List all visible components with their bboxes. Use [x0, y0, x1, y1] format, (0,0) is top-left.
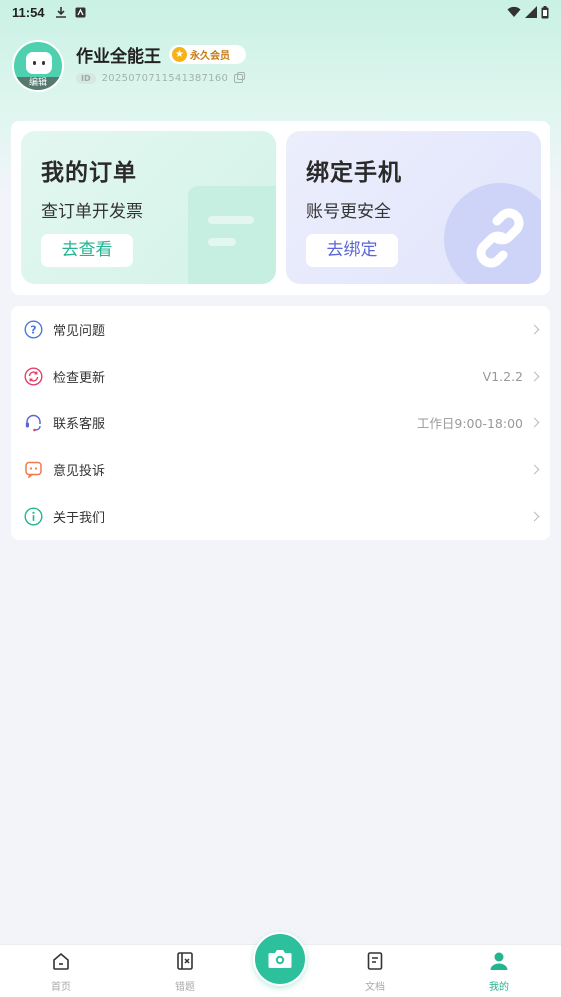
chevron-right-icon: [529, 464, 540, 475]
bind-phone-title: 绑定手机: [306, 160, 402, 186]
wifi-icon: [507, 6, 521, 17]
headset-icon: [24, 413, 43, 432]
notification-icon: [75, 7, 86, 17]
chevron-right-icon: [529, 418, 540, 428]
menu-label: 关于我们: [53, 511, 106, 527]
profile-header: 编辑 作业全能王 ★ 永久会员 ID 20250707115413871​60: [12, 40, 246, 92]
version-value: V1.2.2: [482, 368, 523, 384]
avatar-edit-label[interactable]: 编辑: [14, 77, 62, 90]
chevron-right-icon: [529, 324, 540, 335]
copy-icon[interactable]: [234, 72, 246, 83]
menu-item-customer-service[interactable]: 联系客服 工作日9:00-18:00: [11, 400, 550, 447]
menu-item-feedback[interactable]: 意见投诉: [11, 446, 550, 493]
service-hours-value: 工作日9:00-18:00: [416, 416, 523, 432]
id-tag: ID: [76, 73, 96, 84]
quick-cards: 我的订单 查订单开发票 去查看 绑定手机 账号更安全 去绑定: [11, 121, 550, 295]
menu-label: 意见投诉: [53, 464, 106, 480]
bind-phone-card[interactable]: 绑定手机 账号更安全 去绑定: [286, 131, 541, 284]
status-bar: 11:54: [0, 0, 561, 24]
home-icon: [53, 952, 69, 970]
user-icon: [490, 952, 508, 970]
feedback-icon: [24, 460, 43, 479]
vip-label: 永久会员: [190, 51, 230, 62]
chevron-right-icon: [529, 511, 540, 522]
document-icon: [367, 952, 383, 970]
info-icon: [24, 507, 43, 526]
nav-mistakes[interactable]: 错题: [155, 951, 215, 993]
nav-home-label: 首页: [51, 982, 71, 993]
refresh-icon: [24, 367, 43, 386]
signal-icon: [525, 6, 537, 18]
camera-icon: [268, 950, 292, 968]
vip-badge: ★ 永久会员: [169, 45, 246, 64]
star-icon: ★: [172, 47, 187, 62]
settings-menu: ? 常见问题 检查更新 V1.2.2 联系客服 工作日9:00-18:00 意见…: [11, 306, 550, 540]
my-orders-card[interactable]: 我的订单 查订单开发票 去查看: [21, 131, 276, 284]
camera-button[interactable]: [253, 932, 307, 986]
chevron-right-icon: [529, 371, 540, 382]
mistake-book-icon: [177, 952, 193, 970]
user-id: 20250707115413871​60: [101, 73, 229, 84]
menu-label: 常见问题: [53, 323, 106, 339]
status-time: 11:54: [12, 4, 45, 20]
bind-phone-button[interactable]: 去绑定: [306, 234, 398, 267]
document-icon: [188, 186, 276, 284]
orders-title: 我的订单: [41, 160, 137, 186]
menu-label: 联系客服: [53, 417, 106, 433]
avatar[interactable]: 编辑: [12, 40, 64, 92]
menu-item-faq[interactable]: ? 常见问题: [11, 306, 550, 353]
question-icon: ?: [24, 320, 43, 339]
menu-item-check-update[interactable]: 检查更新 V1.2.2: [11, 353, 550, 400]
nav-docs[interactable]: 文档: [345, 951, 405, 993]
battery-icon: [541, 5, 549, 18]
menu-label: 检查更新: [53, 370, 106, 386]
svg-text:?: ?: [30, 323, 36, 336]
profile-info: 作业全能王 ★ 永久会员 ID 20250707115413871​60: [76, 42, 246, 84]
username: 作业全能王: [76, 47, 161, 67]
view-orders-button[interactable]: 去查看: [41, 234, 133, 267]
nav-home[interactable]: 首页: [31, 951, 91, 993]
nav-mine-label: 我的: [489, 982, 509, 993]
menu-item-about-us[interactable]: 关于我们: [11, 493, 550, 540]
nav-docs-label: 文档: [365, 982, 385, 993]
nav-mistakes-label: 错题: [175, 982, 195, 993]
download-icon: [55, 7, 66, 18]
avatar-face: [26, 52, 52, 74]
nav-mine[interactable]: 我的: [469, 951, 529, 993]
